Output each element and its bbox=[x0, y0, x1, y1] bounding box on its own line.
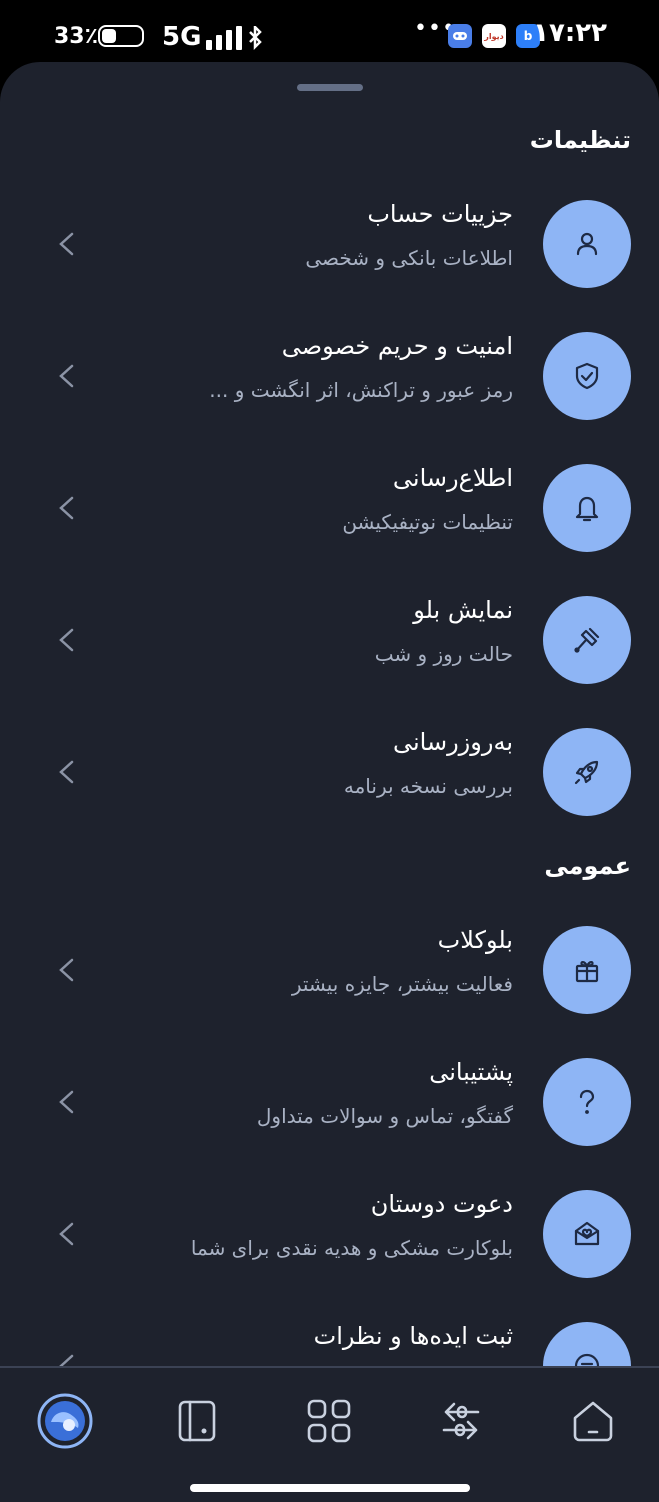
settings-item-update[interactable]: به‌روزرسانی بررسی نسخه برنامه bbox=[0, 716, 659, 826]
item-title: پشتیبانی bbox=[429, 1058, 513, 1086]
gift-icon bbox=[575, 961, 599, 983]
chevron-left-icon bbox=[59, 364, 74, 388]
section-title-general: عمومی bbox=[544, 852, 631, 880]
network-type: 5G bbox=[162, 22, 202, 52]
shield-icon-circle bbox=[543, 332, 631, 420]
nav-services[interactable] bbox=[300, 1392, 358, 1450]
nav-card[interactable] bbox=[168, 1392, 226, 1450]
gift-icon-circle bbox=[543, 926, 631, 1014]
brush-icon-circle bbox=[543, 596, 631, 684]
settings-item-account-details[interactable]: جزییات حساب اطلاعات بانکی و شخصی bbox=[0, 188, 659, 298]
general-item-blueclub[interactable]: بلوکلاب فعالیت بیشتر، جایزه بیشتر bbox=[0, 914, 659, 1024]
section-title-settings: تنظیمات bbox=[529, 126, 631, 154]
invite-envelope-icon-circle bbox=[543, 1190, 631, 1278]
bell-icon-circle bbox=[543, 464, 631, 552]
item-subtitle: حالت روز و شب bbox=[374, 642, 513, 666]
question-icon-circle bbox=[543, 1058, 631, 1146]
nav-home[interactable] bbox=[564, 1392, 622, 1450]
bell-icon bbox=[575, 496, 599, 522]
profile-avatar-icon bbox=[37, 1393, 93, 1449]
signal-icon bbox=[206, 26, 262, 50]
chevron-left-icon bbox=[59, 496, 74, 520]
bottom-navigation bbox=[0, 1366, 659, 1502]
game-app-icon bbox=[448, 24, 472, 48]
item-title: اطلاع‌رسانی bbox=[392, 464, 513, 492]
chevron-left-icon bbox=[59, 1222, 74, 1246]
item-title: دعوت دوستان bbox=[370, 1190, 513, 1218]
item-title: نمایش بلو bbox=[413, 596, 513, 624]
general-item-feedback[interactable]: ثبت ایده‌ها و نظرات bbox=[0, 1310, 659, 1372]
chevron-left-icon bbox=[59, 232, 74, 256]
item-title: ثبت ایده‌ها و نظرات bbox=[313, 1322, 513, 1350]
feedback-chat-icon-circle bbox=[543, 1322, 631, 1372]
brush-icon bbox=[574, 627, 600, 653]
item-subtitle: بلوکارت مشکی و هدیه نقدی برای شما bbox=[190, 1236, 513, 1260]
home-icon bbox=[573, 1401, 613, 1442]
item-subtitle: رمز عبور و تراکنش، اثر انگشت و ... bbox=[209, 378, 513, 402]
divar-app-icon: دیوار bbox=[482, 24, 506, 48]
home-indicator[interactable] bbox=[190, 1484, 470, 1492]
general-item-invite-friends[interactable]: دعوت دوستان بلوکارت مشکی و هدیه نقدی برا… bbox=[0, 1178, 659, 1288]
transfer-icon bbox=[442, 1402, 480, 1440]
item-subtitle: اطلاعات بانکی و شخصی bbox=[305, 246, 513, 270]
settings-item-notifications[interactable]: اطلاع‌رسانی تنظیمات نوتیفیکیشن bbox=[0, 452, 659, 562]
item-subtitle: گفتگو، تماس و سوالات متداول bbox=[256, 1104, 513, 1128]
settings-sheet: تنظیمات جزییات حساب اطلاعات بانکی و شخصی… bbox=[0, 62, 659, 1372]
general-item-support[interactable]: پشتیبانی گفتگو، تماس و سوالات متداول bbox=[0, 1046, 659, 1156]
item-title: جزییات حساب bbox=[367, 200, 513, 228]
card-icon bbox=[178, 1400, 216, 1442]
chevron-left-icon bbox=[59, 958, 74, 982]
apps-grid-icon bbox=[307, 1399, 351, 1443]
chevron-left-icon bbox=[59, 1090, 74, 1114]
nav-profile[interactable] bbox=[36, 1392, 94, 1450]
clock: ۱۷:۲۲ bbox=[533, 18, 607, 48]
battery-icon bbox=[98, 25, 144, 47]
shield-icon bbox=[575, 362, 599, 390]
invite-envelope-icon bbox=[574, 1221, 600, 1246]
nav-transfer[interactable] bbox=[432, 1392, 490, 1450]
settings-item-security-privacy[interactable]: امنیت و حریم خصوصی رمز عبور و تراکنش، اث… bbox=[0, 320, 659, 430]
item-subtitle: بررسی نسخه برنامه bbox=[343, 774, 513, 798]
battery-percent: 33٪ bbox=[54, 24, 99, 49]
rocket-icon bbox=[574, 760, 599, 785]
chevron-left-icon bbox=[59, 760, 74, 784]
settings-item-display[interactable]: نمایش بلو حالت روز و شب bbox=[0, 584, 659, 694]
status-bar: 33٪ 5G ••• دیوار b ۱۷:۲۲ bbox=[0, 0, 659, 62]
item-title: بلوکلاب bbox=[437, 926, 513, 954]
item-title: امنیت و حریم خصوصی bbox=[281, 332, 513, 360]
rocket-icon-circle bbox=[543, 728, 631, 816]
sheet-drag-handle[interactable] bbox=[297, 84, 363, 91]
item-subtitle: فعالیت بیشتر، جایزه بیشتر bbox=[291, 972, 513, 996]
question-icon bbox=[579, 1089, 595, 1114]
item-subtitle: تنظیمات نوتیفیکیشن bbox=[342, 510, 513, 534]
user-icon bbox=[576, 232, 598, 256]
item-title: به‌روزرسانی bbox=[392, 728, 513, 756]
chevron-left-icon bbox=[59, 628, 74, 652]
user-icon-circle bbox=[543, 200, 631, 288]
